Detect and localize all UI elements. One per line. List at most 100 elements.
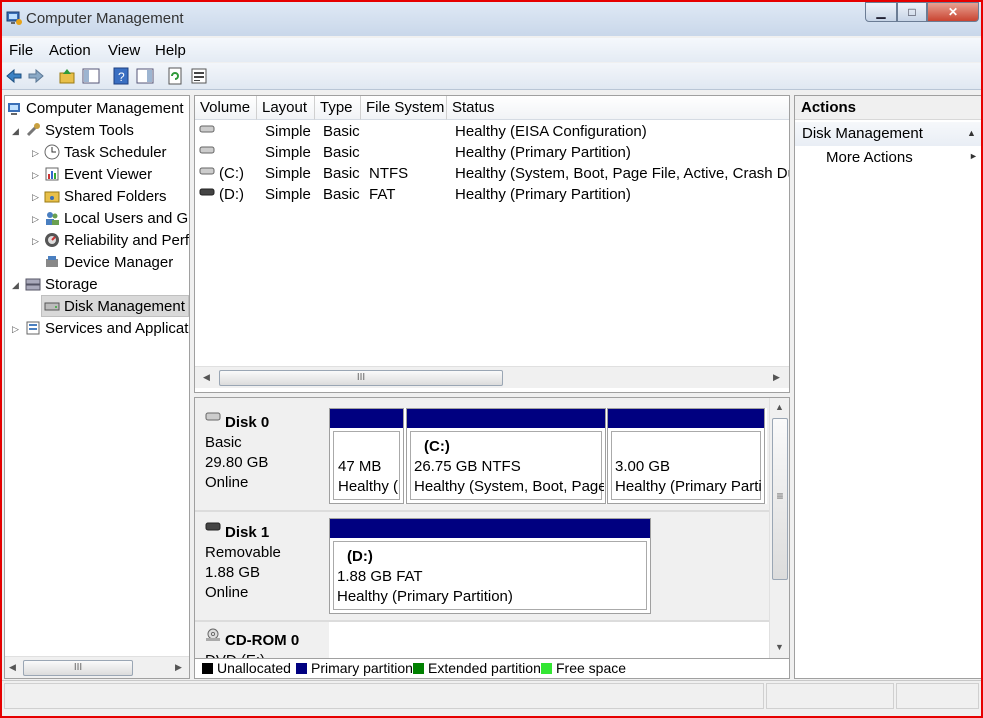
maximize-icon: □	[908, 5, 916, 19]
computer-management-window: Computer Management ▁ □ ✕ File Action Vi…	[0, 0, 983, 718]
tree-item-shared-folders[interactable]: Shared Folders	[64, 188, 167, 205]
column-header-file-system[interactable]: File System	[361, 96, 447, 120]
expand-triangle-icon[interactable]: ▷	[32, 214, 39, 225]
tree-item-reliability[interactable]: Reliability and Perf	[64, 232, 189, 249]
computer-management-icon	[6, 11, 22, 25]
tree-item-services[interactable]: Services and Applicat	[45, 320, 188, 337]
status-pane-main	[4, 683, 764, 709]
scroll-up-icon[interactable]: ▲	[775, 402, 784, 412]
back-arrow-icon[interactable]	[5, 67, 23, 85]
cell-type: Basic	[323, 165, 360, 182]
scroll-right-icon[interactable]: ▶	[175, 662, 182, 673]
show-hide-action-pane-icon[interactable]	[136, 67, 154, 85]
partition-label: (D:)	[347, 548, 373, 565]
primary-partition-bar	[330, 409, 403, 428]
table-row[interactable]: (D:) Simple Basic FAT Healthy (Primary P…	[195, 184, 789, 205]
legend-bar: Unallocated Primary partition Extended p…	[194, 659, 790, 679]
legend-free-space: Free space	[556, 660, 627, 676]
disk-0-row: Disk 0 Basic 29.80 GB Online 47 MB Healt…	[195, 398, 783, 510]
cell-status: Healthy (Primary Partition)	[455, 186, 631, 203]
partition-c[interactable]: (C:) 26.75 GB NTFS Healthy (System, Boot…	[406, 408, 606, 504]
forward-arrow-icon[interactable]	[27, 67, 45, 85]
minimize-button[interactable]: ▁	[865, 2, 897, 22]
actions-section-label: Disk Management	[802, 125, 923, 142]
event-viewer-icon	[45, 167, 59, 181]
title-bar[interactable]: Computer Management ▁ □ ✕	[2, 2, 981, 36]
scroll-left-icon[interactable]: ◀	[203, 372, 210, 383]
partition[interactable]: 47 MB Healthy (	[329, 408, 404, 504]
expand-triangle-icon[interactable]: ▷	[32, 148, 39, 159]
menu-view[interactable]: View	[108, 42, 140, 59]
table-row[interactable]: Simple Basic Healthy (Primary Partition)	[195, 142, 789, 163]
removable-drive-icon	[199, 188, 215, 196]
help-icon[interactable]: ?	[112, 67, 130, 85]
disk-layout-vertical-scrollbar[interactable]: ▲ ≡ ▼	[769, 398, 789, 658]
maximize-button[interactable]: □	[897, 2, 927, 22]
actions-header: Actions	[795, 96, 981, 120]
scroll-down-icon[interactable]: ▼	[775, 642, 784, 652]
drive-icon	[199, 167, 215, 175]
properties-icon[interactable]	[190, 67, 208, 85]
scroll-grip: III	[356, 372, 366, 383]
menu-file[interactable]: File	[9, 42, 33, 59]
scrollbar-thumb[interactable]: III	[219, 370, 503, 386]
column-header-volume[interactable]: Volume	[195, 96, 257, 120]
tree-item-computer-management[interactable]: Computer Management	[26, 100, 184, 117]
show-hide-tree-icon[interactable]	[82, 67, 100, 85]
tree-item-system-tools[interactable]: System Tools	[45, 122, 134, 139]
tree-item-task-scheduler[interactable]: Task Scheduler	[64, 144, 167, 161]
tree-horizontal-scrollbar[interactable]: ◀ III ▶	[5, 656, 189, 678]
drive-icon	[199, 146, 215, 154]
users-icon	[46, 212, 59, 225]
cell-status: Healthy (Primary Partition)	[455, 144, 631, 161]
scroll-grip: III	[73, 662, 83, 673]
cell-status: Healthy (System, Boot, Page File, Active…	[455, 165, 789, 182]
more-actions-item[interactable]: More Actions ►	[795, 147, 981, 169]
up-folder-icon[interactable]	[58, 67, 76, 85]
collapse-triangle-icon[interactable]: ◢	[12, 126, 19, 137]
tree-item-device-manager[interactable]: Device Manager	[64, 254, 173, 271]
table-row[interactable]: (C:) Simple Basic NTFS Healthy (System, …	[195, 163, 789, 184]
collapse-triangle-icon[interactable]: ◢	[12, 280, 19, 291]
tree-item-event-viewer[interactable]: Event Viewer	[64, 166, 152, 183]
table-row[interactable]: Simple Basic Healthy (EISA Configuration…	[195, 121, 789, 142]
disk-0-type: Basic	[205, 434, 242, 451]
scrollbar-thumb[interactable]: ≡	[772, 418, 788, 580]
column-header-layout[interactable]: Layout	[257, 96, 315, 120]
scroll-right-icon[interactable]: ▶	[773, 372, 780, 383]
disk-1-name: Disk 1	[225, 524, 270, 541]
expand-triangle-icon[interactable]: ▷	[32, 236, 39, 247]
cdrom-0-name: CD-ROM 0	[225, 632, 300, 649]
menu-action[interactable]: Action	[49, 42, 91, 59]
expand-triangle-icon[interactable]: ▷	[32, 170, 39, 181]
scrollbar-thumb[interactable]: III	[23, 660, 133, 676]
actions-section-disk-management[interactable]: Disk Management ▲	[795, 122, 981, 146]
expand-triangle-icon[interactable]: ▷	[32, 192, 39, 203]
cell-status: Healthy (EISA Configuration)	[455, 123, 647, 140]
disk-1-size: 1.88 GB	[205, 564, 261, 581]
partition-status: Healthy (Primary Partition)	[337, 588, 513, 605]
column-header-status[interactable]: Status	[447, 96, 789, 120]
refresh-icon[interactable]	[166, 67, 184, 85]
collapse-up-icon[interactable]: ▲	[967, 128, 976, 138]
cell-layout: Simple	[265, 186, 311, 203]
column-header-type[interactable]: Type	[315, 96, 361, 120]
scroll-left-icon[interactable]: ◀	[9, 662, 16, 673]
primary-partition-bar	[407, 409, 605, 428]
expand-triangle-icon[interactable]: ▷	[12, 324, 19, 335]
menu-help[interactable]: Help	[155, 42, 186, 59]
close-button[interactable]: ✕	[927, 2, 979, 22]
legend-extended: Extended partition	[428, 660, 541, 676]
services-icon	[26, 321, 40, 335]
partition-d[interactable]: (D:) 1.88 GB FAT Healthy (Primary Partit…	[329, 518, 651, 614]
volume-list-horizontal-scrollbar[interactable]: ◀ III ▶	[195, 366, 789, 388]
tree-item-disk-management[interactable]: Disk Management	[64, 298, 185, 315]
tree-item-storage[interactable]: Storage	[45, 276, 98, 293]
partition-size: 47 MB	[338, 458, 382, 475]
disk-0-name: Disk 0	[225, 414, 270, 431]
legend-swatch-unallocated	[202, 663, 213, 674]
partition[interactable]: 3.00 GB Healthy (Primary Parti	[607, 408, 765, 504]
removable-disk-icon	[205, 522, 221, 531]
tree-item-local-users[interactable]: Local Users and Gr	[64, 210, 189, 227]
storage-icon	[25, 278, 41, 291]
